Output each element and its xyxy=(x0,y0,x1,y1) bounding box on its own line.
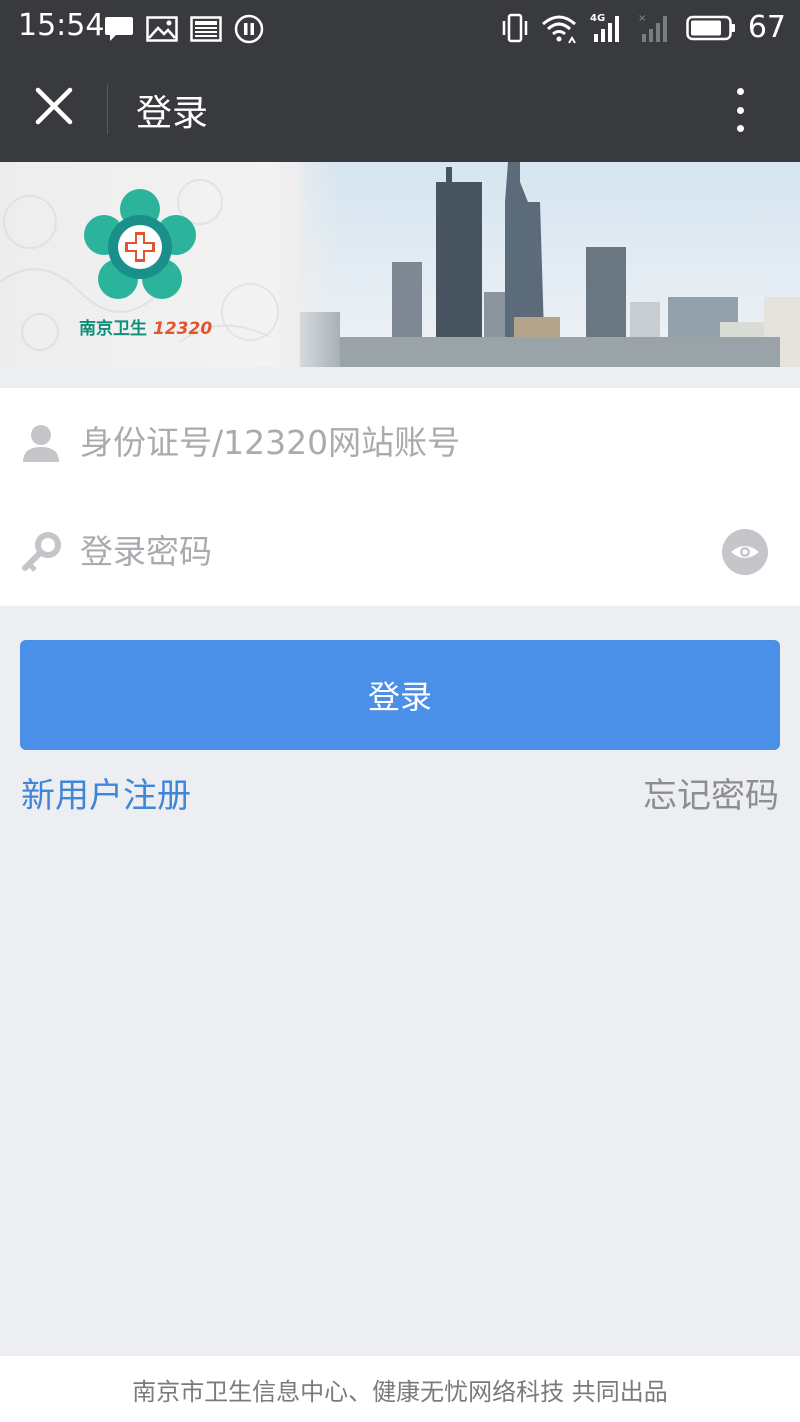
svg-text:4G: 4G xyxy=(590,13,605,24)
footer: 南京市卫生信息中心、健康无忧网络科技 共同出品 xyxy=(0,1356,800,1422)
close-icon xyxy=(35,87,73,125)
news-icon xyxy=(190,16,222,42)
status-time: 15:54 xyxy=(18,8,105,43)
svg-text:×: × xyxy=(638,13,646,24)
username-input[interactable] xyxy=(80,410,700,474)
page-title: 登录 xyxy=(136,93,209,134)
notification-icons xyxy=(104,14,264,44)
battery-level: 67 xyxy=(747,10,786,45)
register-link[interactable]: 新用户注册 xyxy=(21,768,191,817)
signal-4g-icon: 4G xyxy=(590,13,619,42)
logo-name: 南京卫生 xyxy=(79,319,147,339)
battery-icon xyxy=(686,15,735,40)
password-field xyxy=(0,497,800,606)
image-icon xyxy=(146,16,178,42)
nav-bar: 登录 xyxy=(0,56,800,162)
system-icons: 4G × 67 xyxy=(502,10,786,45)
more-menu-button[interactable] xyxy=(720,82,760,138)
wifi-icon xyxy=(541,15,576,44)
show-password-toggle[interactable] xyxy=(722,529,768,575)
signal-empty-icon: × xyxy=(638,13,667,42)
eye-icon xyxy=(731,546,759,558)
nav-divider xyxy=(107,84,108,134)
login-form xyxy=(0,388,800,606)
banner-image: 南京卫生 12320 xyxy=(0,162,800,367)
user-icon xyxy=(23,425,59,462)
footer-credit: 南京市卫生信息中心、健康无忧网络科技 共同出品 xyxy=(132,1378,668,1406)
username-field xyxy=(0,388,800,497)
logo-text: 南京卫生 12320 xyxy=(79,314,212,339)
password-input[interactable] xyxy=(80,519,700,583)
logo-number: 12320 xyxy=(153,319,213,339)
close-button[interactable] xyxy=(24,76,84,136)
message-icon xyxy=(105,17,133,41)
pause-icon xyxy=(234,14,264,44)
more-vertical-icon xyxy=(736,88,744,95)
login-button[interactable]: 登录 xyxy=(20,640,780,750)
key-icon xyxy=(22,532,61,572)
vibrate-icon xyxy=(502,13,528,42)
forgot-password-link[interactable]: 忘记密码 xyxy=(643,768,779,817)
status-bar: 15:54 4G × 67 xyxy=(0,0,800,56)
